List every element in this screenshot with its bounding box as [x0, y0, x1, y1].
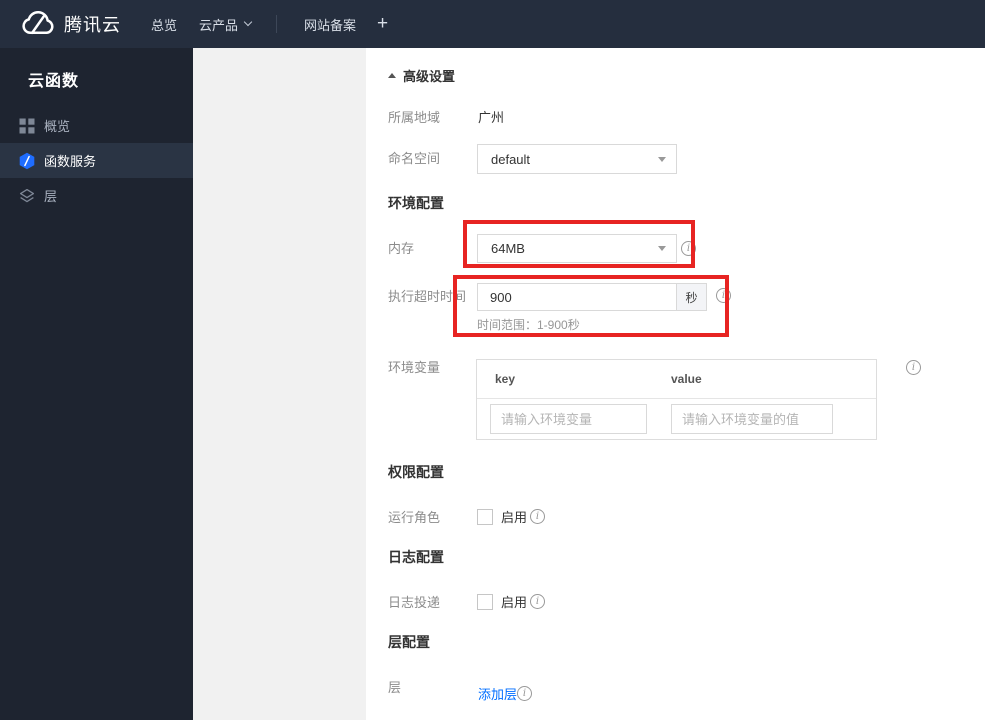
perm-config-title: 权限配置	[388, 464, 444, 480]
log-delivery-info-icon[interactable]	[530, 594, 545, 609]
namespace-label: 命名空间	[388, 151, 441, 166]
env-vars-header-row: key value	[477, 360, 876, 399]
env-config-title: 环境配置	[388, 195, 444, 211]
sidebar-item-label: 层	[44, 189, 58, 204]
namespace-select[interactable]: default	[477, 144, 677, 174]
function-config-form: 高级设置 所属地域 广州 命名空间 default 环境配置 内存 64MB 执…	[366, 48, 985, 720]
tencent-cloud-logo-icon	[22, 11, 54, 35]
collapse-arrow-icon	[388, 73, 396, 78]
sidebar: 云函数 概览 函数服务 层	[0, 48, 193, 720]
sidebar-menu: 概览 函数服务 层	[0, 108, 193, 213]
log-delivery-checkbox[interactable]	[477, 594, 493, 610]
layers-icon	[18, 187, 36, 205]
nav-item-products[interactable]: 云产品	[199, 15, 253, 34]
env-vars-table: key value	[476, 359, 877, 440]
nav-item-icp[interactable]: 网站备案	[304, 15, 356, 34]
log-delivery-enable-label: 启用	[501, 595, 528, 610]
timeout-hint: 时间范围：1-900秒	[477, 318, 580, 332]
run-role-info-icon[interactable]	[530, 509, 545, 524]
env-vars-info-icon[interactable]	[906, 360, 921, 375]
run-role-label: 运行角色	[388, 510, 441, 525]
brand-name: 腾讯云	[64, 15, 121, 35]
run-role-checkbox[interactable]	[477, 509, 493, 525]
region-label: 所属地域	[388, 110, 441, 125]
region-value: 广州	[478, 110, 505, 125]
advanced-settings-toggle[interactable]: 高级设置	[388, 66, 455, 85]
secondary-panel	[193, 48, 366, 720]
nav-item-overview[interactable]: 总览	[151, 15, 177, 34]
sidebar-item-layers[interactable]: 层	[0, 178, 193, 213]
env-value-header: value	[671, 372, 702, 386]
timeout-unit-addon: 秒	[677, 283, 707, 311]
scf-hexagon-icon	[18, 152, 36, 170]
env-key-header: key	[495, 372, 516, 386]
dropdown-caret-icon	[658, 246, 666, 251]
env-value-input[interactable]	[671, 404, 833, 434]
env-vars-label: 环境变量	[388, 360, 441, 375]
memory-selected-value: 64MB	[491, 241, 525, 256]
brand[interactable]: 腾讯云	[20, 11, 121, 37]
memory-info-icon[interactable]	[681, 241, 696, 256]
log-delivery-label: 日志投递	[388, 595, 441, 610]
grid-icon	[18, 117, 36, 135]
sidebar-title: 云函数	[28, 73, 80, 90]
env-key-input[interactable]	[490, 404, 647, 434]
dropdown-caret-icon	[658, 156, 666, 162]
run-role-enable-label: 启用	[501, 510, 528, 525]
add-layer-link[interactable]: 添加层	[478, 687, 517, 702]
add-layer-info-icon[interactable]	[517, 686, 532, 701]
sidebar-item-overview[interactable]: 概览	[0, 108, 193, 143]
layer-label: 层	[388, 680, 402, 695]
sidebar-item-label: 概览	[44, 119, 71, 134]
timeout-label: 执行超时时间	[388, 289, 467, 304]
add-tab-button[interactable]: +	[377, 13, 388, 35]
sidebar-item-functions[interactable]: 函数服务	[0, 143, 193, 178]
tencent-cloud-console: 腾讯云 总览 云产品 网站备案 + 云函数 概览 函数服务 层 高级设置 所属地…	[0, 0, 985, 720]
layer-config-title: 层配置	[388, 634, 430, 650]
advanced-settings-label: 高级设置	[403, 69, 456, 84]
timeout-input[interactable]	[477, 283, 677, 311]
memory-label: 内存	[388, 241, 415, 256]
nav-divider	[276, 15, 278, 33]
timeout-info-icon[interactable]	[716, 288, 731, 303]
sidebar-item-label: 函数服务	[44, 154, 97, 169]
log-config-title: 日志配置	[388, 549, 444, 565]
memory-select[interactable]: 64MB	[477, 234, 677, 263]
namespace-selected-value: default	[491, 151, 531, 167]
env-vars-input-row	[477, 399, 876, 440]
chevron-down-icon	[243, 17, 253, 27]
top-navbar: 腾讯云 总览 云产品 网站备案 +	[0, 0, 985, 48]
